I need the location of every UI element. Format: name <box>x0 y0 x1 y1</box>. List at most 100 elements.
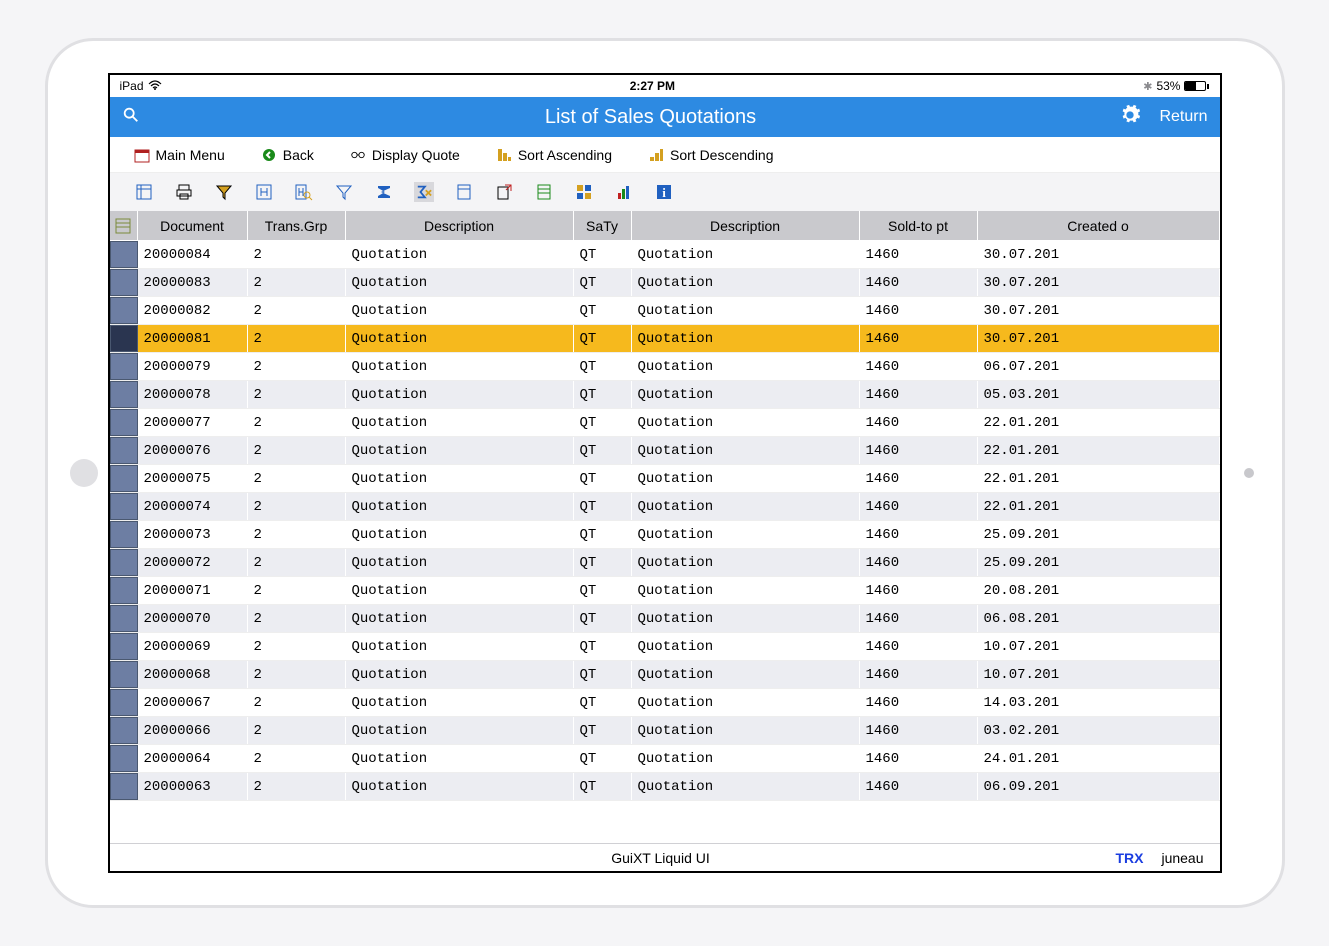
cell-description2: Quotation <box>632 521 860 548</box>
column-description1[interactable]: Description <box>346 211 574 241</box>
sort-descending-button[interactable]: Sort Descending <box>648 147 774 163</box>
table-row[interactable]: 200000732QuotationQTQuotation146025.09.2… <box>110 521 1220 549</box>
cell-description1: Quotation <box>346 633 574 660</box>
tablet-frame: iPad 2:27 PM ✱ 53% List <box>45 38 1285 908</box>
table-row[interactable]: 200000642QuotationQTQuotation146024.01.2… <box>110 745 1220 773</box>
cell-saty: QT <box>574 773 632 800</box>
row-selector[interactable] <box>110 577 138 604</box>
row-selector[interactable] <box>110 353 138 380</box>
layout-icon[interactable] <box>454 182 474 202</box>
row-selector[interactable] <box>110 773 138 800</box>
table-header: Document Trans.Grp Description SaTy Desc… <box>110 211 1220 241</box>
subtotal-icon[interactable] <box>414 182 434 202</box>
details-icon[interactable] <box>134 182 154 202</box>
table-row[interactable]: 200000752QuotationQTQuotation146022.01.2… <box>110 465 1220 493</box>
row-selector[interactable] <box>110 689 138 716</box>
table-row[interactable]: 200000812QuotationQTQuotation146030.07.2… <box>110 325 1220 353</box>
cell-trans-grp: 2 <box>248 605 346 632</box>
row-selector[interactable] <box>110 717 138 744</box>
table-body[interactable]: 200000842QuotationQTQuotation146030.07.2… <box>110 241 1220 801</box>
row-selector[interactable] <box>110 661 138 688</box>
row-selector[interactable] <box>110 437 138 464</box>
cell-trans-grp: 2 <box>248 465 346 492</box>
cell-created: 25.09.201 <box>978 521 1220 548</box>
table-row[interactable]: 200000842QuotationQTQuotation146030.07.2… <box>110 241 1220 269</box>
return-button[interactable]: Return <box>1159 108 1207 126</box>
table-row[interactable]: 200000682QuotationQTQuotation146010.07.2… <box>110 661 1220 689</box>
status-bar: iPad 2:27 PM ✱ 53% <box>110 75 1220 97</box>
sort-desc-icon <box>648 147 664 163</box>
cell-sold-to: 1460 <box>860 297 978 324</box>
export-icon[interactable] <box>494 182 514 202</box>
table-row[interactable]: 200000822QuotationQTQuotation146030.07.2… <box>110 297 1220 325</box>
info-icon[interactable]: i <box>654 182 674 202</box>
row-selector[interactable] <box>110 549 138 576</box>
table-row[interactable]: 200000792QuotationQTQuotation146006.07.2… <box>110 353 1220 381</box>
row-selector[interactable] <box>110 465 138 492</box>
table-row[interactable]: 200000772QuotationQTQuotation146022.01.2… <box>110 409 1220 437</box>
table-row[interactable]: 200000692QuotationQTQuotation146010.07.2… <box>110 633 1220 661</box>
table-row[interactable]: 200000782QuotationQTQuotation146005.03.2… <box>110 381 1220 409</box>
cell-description2: Quotation <box>632 437 860 464</box>
cell-description2: Quotation <box>632 605 860 632</box>
select-all-header[interactable] <box>110 211 138 241</box>
table-row[interactable]: 200000702QuotationQTQuotation146006.08.2… <box>110 605 1220 633</box>
table-row[interactable]: 200000632QuotationQTQuotation146006.09.2… <box>110 773 1220 801</box>
cell-saty: QT <box>574 325 632 352</box>
print-icon[interactable] <box>174 182 194 202</box>
table-row[interactable]: 200000722QuotationQTQuotation146025.09.2… <box>110 549 1220 577</box>
row-selector[interactable] <box>110 633 138 660</box>
table-row[interactable]: 200000662QuotationQTQuotation146003.02.2… <box>110 717 1220 745</box>
set-filter-icon[interactable] <box>334 182 354 202</box>
row-selector[interactable] <box>110 521 138 548</box>
row-selector[interactable] <box>110 241 138 268</box>
table-row[interactable]: 200000672QuotationQTQuotation146014.03.2… <box>110 689 1220 717</box>
menu-label: Sort Descending <box>670 147 774 163</box>
cell-trans-grp: 2 <box>248 577 346 604</box>
cell-trans-grp: 2 <box>248 633 346 660</box>
column-created[interactable]: Created o <box>978 211 1220 241</box>
table-row[interactable]: 200000832QuotationQTQuotation146030.07.2… <box>110 269 1220 297</box>
column-sold-to[interactable]: Sold-to pt <box>860 211 978 241</box>
home-button[interactable] <box>70 459 98 487</box>
cell-trans-grp: 2 <box>248 325 346 352</box>
cell-description2: Quotation <box>632 269 860 296</box>
find-icon[interactable] <box>254 182 274 202</box>
table-row[interactable]: 200000712QuotationQTQuotation146020.08.2… <box>110 577 1220 605</box>
row-selector[interactable] <box>110 409 138 436</box>
user-label: juneau <box>1161 850 1203 866</box>
row-selector[interactable] <box>110 325 138 352</box>
row-selector[interactable] <box>110 745 138 772</box>
column-saty[interactable]: SaTy <box>574 211 632 241</box>
row-selector[interactable] <box>110 297 138 324</box>
gear-icon[interactable] <box>1119 104 1141 131</box>
find-next-icon[interactable] <box>294 182 314 202</box>
row-selector[interactable] <box>110 605 138 632</box>
table-row[interactable]: 200000762QuotationQTQuotation146022.01.2… <box>110 437 1220 465</box>
main-menu-button[interactable]: Main Menu <box>134 147 225 163</box>
row-selector[interactable] <box>110 269 138 296</box>
chart-icon[interactable] <box>614 182 634 202</box>
cell-sold-to: 1460 <box>860 661 978 688</box>
sum-icon[interactable] <box>374 182 394 202</box>
row-selector[interactable] <box>110 381 138 408</box>
trx-button[interactable]: TRX <box>1115 850 1143 866</box>
filter-icon[interactable] <box>214 182 234 202</box>
grid-icon[interactable] <box>574 182 594 202</box>
spreadsheet-icon[interactable] <box>534 182 554 202</box>
display-quote-button[interactable]: Display Quote <box>350 147 460 163</box>
cell-document: 20000071 <box>138 577 248 604</box>
sort-ascending-button[interactable]: Sort Ascending <box>496 147 612 163</box>
column-document[interactable]: Document <box>138 211 248 241</box>
table-row[interactable]: 200000742QuotationQTQuotation146022.01.2… <box>110 493 1220 521</box>
search-icon[interactable] <box>122 106 140 129</box>
cell-saty: QT <box>574 577 632 604</box>
back-button[interactable]: Back <box>261 147 314 163</box>
cell-saty: QT <box>574 661 632 688</box>
cell-description1: Quotation <box>346 549 574 576</box>
battery-icon <box>1184 81 1209 91</box>
cell-sold-to: 1460 <box>860 717 978 744</box>
column-trans-grp[interactable]: Trans.Grp <box>248 211 346 241</box>
column-description2[interactable]: Description <box>632 211 860 241</box>
row-selector[interactable] <box>110 493 138 520</box>
